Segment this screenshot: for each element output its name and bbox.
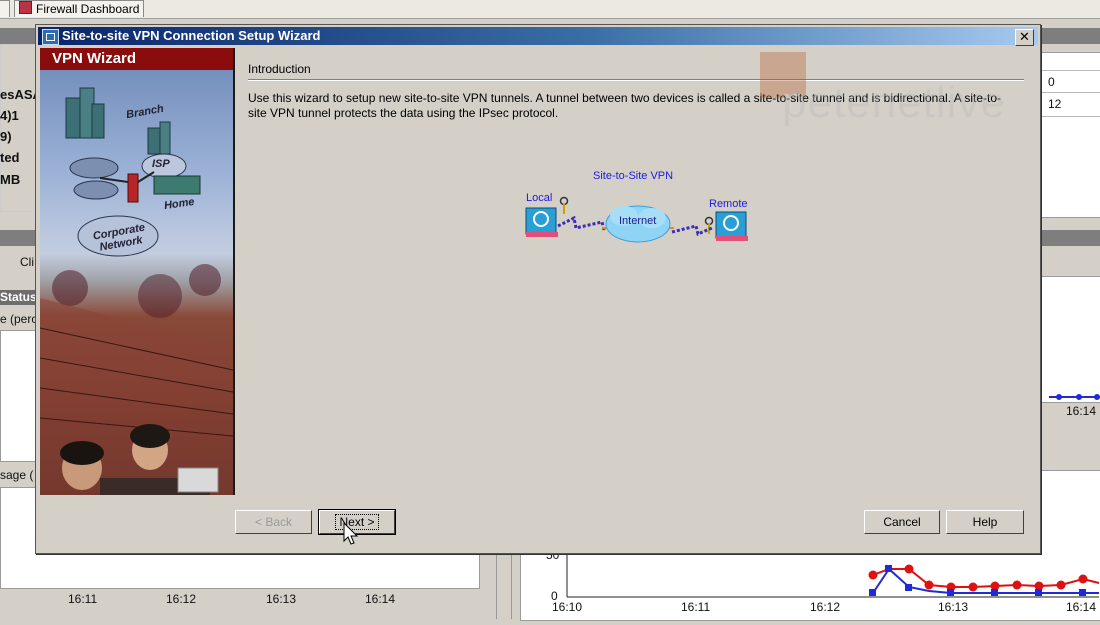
right-chart-header	[1040, 230, 1100, 246]
lower-right-xtick: 16:12	[810, 600, 841, 614]
dialog-titlebar[interactable]: Site-to-site VPN Connection Setup Wizard…	[38, 27, 1038, 46]
firewall-icon	[127, 173, 139, 203]
wizard-content: Introduction Use this wizard to setup ne…	[236, 48, 1036, 495]
remote-label: Remote	[709, 198, 748, 210]
row-divider	[1040, 92, 1100, 93]
device-info-header	[0, 28, 36, 44]
status-chart-panel	[0, 330, 38, 462]
close-button[interactable]: ✕	[1015, 29, 1034, 46]
red-series-point	[924, 580, 934, 590]
lower-right-xtick: 16:11	[681, 600, 711, 614]
red-series-point	[904, 564, 914, 574]
blue-series-point	[869, 589, 876, 596]
device-version-fragment: 4)1	[0, 108, 19, 123]
red-series-point	[1012, 580, 1022, 590]
firewall-dashboard-tab-label: Firewall Dashboard	[36, 2, 140, 16]
section-divider	[248, 79, 1024, 81]
device-mode-fragment: ted	[0, 150, 20, 165]
diagram-title: Site-to-Site VPN	[593, 170, 674, 182]
lower-left-xtick: 16:14	[365, 592, 396, 606]
wizard-side-image: VPN Wizard Branch ISP Home Corporate Net…	[40, 48, 233, 495]
row-divider	[1040, 116, 1100, 117]
background-tab-left[interactable]	[0, 0, 10, 17]
traffic-header	[0, 230, 36, 246]
device-memory-fragment: MB	[0, 172, 21, 187]
local-label: Local	[526, 192, 553, 204]
red-series-point	[968, 582, 978, 592]
cancel-button[interactable]: Cancel	[864, 510, 940, 534]
cli-tab-fragment[interactable]: Cli	[20, 255, 34, 269]
help-button[interactable]: Help	[946, 510, 1024, 534]
right-value: 12	[1048, 97, 1062, 111]
right-info-header	[1040, 28, 1100, 44]
blue-series-point	[947, 589, 954, 596]
key-icon	[704, 216, 714, 226]
firewall-dashboard-tab[interactable]: Firewall Dashboard	[14, 0, 145, 17]
local-device-base	[526, 232, 558, 237]
internet-label: Internet	[619, 215, 657, 227]
blue-series-point	[1094, 394, 1100, 400]
building-icon	[91, 103, 105, 139]
person-hair	[60, 441, 104, 465]
dialog-title: Site-to-site VPN Connection Setup Wizard	[62, 28, 321, 43]
back-button[interactable]: < Back	[235, 510, 312, 534]
section-title: Introduction	[248, 62, 311, 76]
remote-device-base	[716, 236, 748, 241]
red-series-point	[1078, 574, 1088, 584]
asdm-app-icon	[42, 29, 59, 45]
blue-series-point	[991, 589, 998, 596]
tunnel-right	[671, 224, 713, 237]
lower-right-xtick: 16:14	[1066, 600, 1097, 614]
upper-right-chart	[1040, 276, 1100, 403]
router-icon	[69, 157, 119, 179]
lower-right-xtick: 16:13	[938, 600, 969, 614]
device-asdm-fragment: 9)	[0, 129, 12, 144]
upper-right-xtick: 16:14	[1066, 404, 1097, 418]
red-series-point	[868, 570, 878, 580]
lower-left-xtick: 16:13	[266, 592, 297, 606]
status-header: Status	[0, 290, 37, 305]
blue-series-point	[1076, 394, 1082, 400]
tree-icon	[138, 274, 182, 318]
dashboard-icon	[19, 1, 32, 14]
mouse-cursor-icon	[343, 522, 359, 545]
background-tabstrip: Firewall Dashboard	[0, 0, 1100, 19]
branch-building-icon	[159, 121, 171, 155]
laptop-icon	[177, 467, 219, 493]
blue-series-point	[905, 584, 912, 591]
key-icon	[559, 196, 569, 206]
upper-right-chart-svg	[1049, 394, 1100, 400]
lower-left-xtick: 16:12	[166, 592, 197, 606]
tree-icon	[52, 270, 88, 306]
tree-icon	[189, 264, 221, 296]
lower-right-xtick: 16:10	[552, 600, 583, 614]
right-value: 0	[1048, 75, 1055, 89]
vpn-wizard-dialog: Site-to-site VPN Connection Setup Wizard…	[35, 24, 1041, 554]
blue-series-point	[885, 565, 892, 572]
red-series-point	[1056, 580, 1066, 590]
isp-label: ISP	[152, 158, 170, 170]
blue-series-point	[1056, 394, 1062, 400]
tunnel-left	[557, 215, 606, 231]
blue-series-point	[1035, 589, 1042, 596]
blue-series-point	[1079, 589, 1086, 596]
side-divider	[233, 48, 235, 495]
usage-fragment: sage (	[0, 468, 34, 482]
panel-splitter[interactable]	[496, 555, 512, 619]
row-divider	[1040, 70, 1100, 71]
router-icon	[73, 180, 119, 200]
person-hair	[130, 424, 170, 448]
lower-left-xtick: 16:11	[68, 592, 98, 606]
home-computer-icon	[153, 175, 201, 195]
status-sub-fragment: e (perc	[0, 312, 38, 326]
intro-text: Use this wizard to setup new site-to-sit…	[248, 91, 1002, 120]
